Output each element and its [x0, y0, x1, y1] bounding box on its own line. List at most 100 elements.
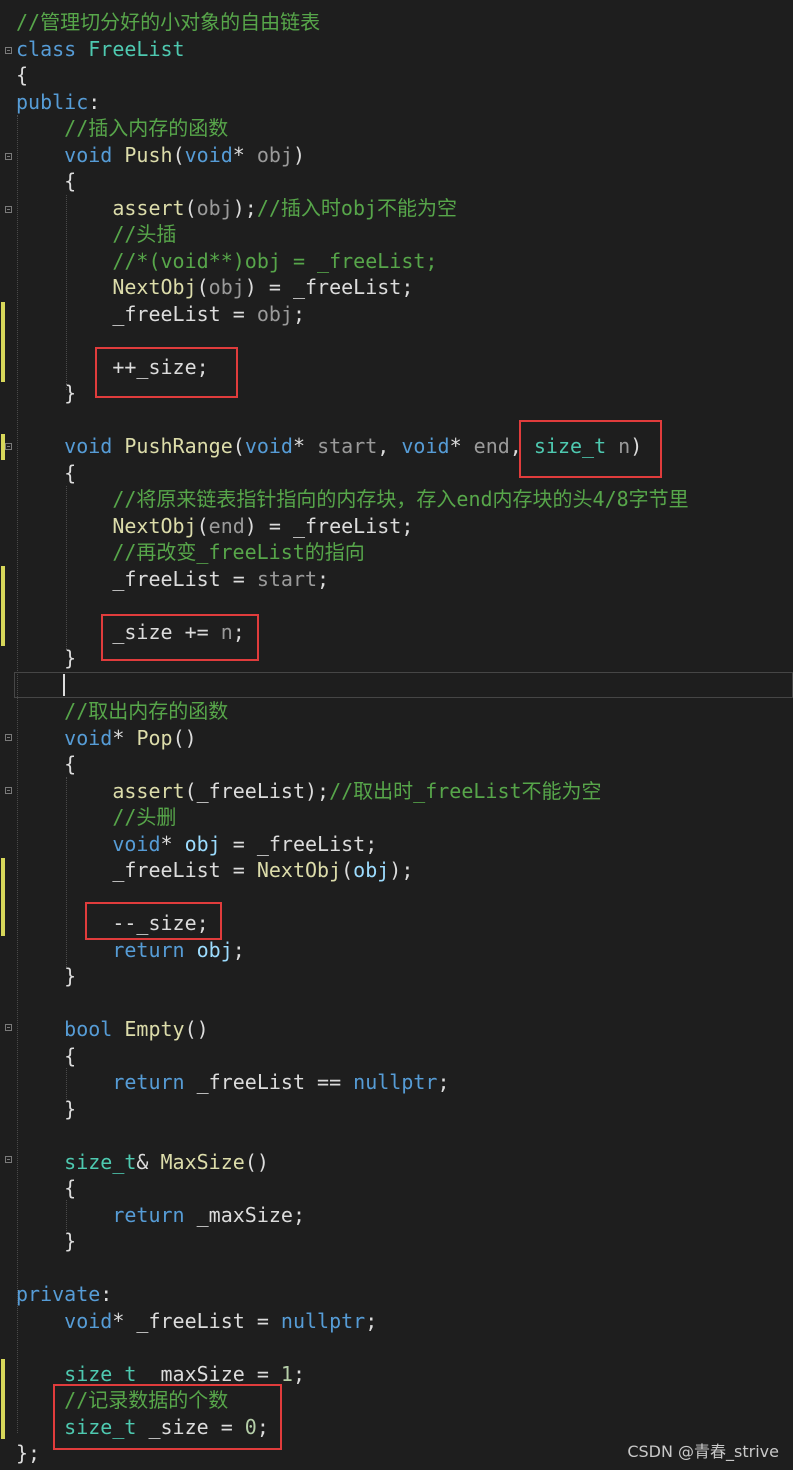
code-token: ) = _freeList;: [244, 275, 414, 299]
code-line: return obj;: [0, 937, 793, 964]
code-token: :: [100, 1282, 113, 1306]
code-token: //将原来链表指针指向的内存块，存入end内存块的头4/8字节里: [112, 487, 689, 511]
fold-toggle-icon[interactable]: [5, 1156, 12, 1163]
code-token: end: [473, 434, 510, 458]
fold-toggle-icon[interactable]: [5, 443, 12, 450]
fold-toggle-icon[interactable]: [5, 153, 12, 160]
code-token: ) = _freeList;: [244, 513, 414, 538]
code-line: //将原来链表指针指向的内存块，存入end内存块的头4/8字节里: [0, 486, 793, 513]
code-token: _freeList ==: [196, 1070, 354, 1094]
code-token: assert: [112, 778, 185, 803]
code-line: public:: [0, 89, 793, 116]
code-token: _freeList =: [16, 858, 257, 882]
code-token: obj: [353, 858, 390, 882]
code-line: //头删: [0, 804, 793, 831]
code-text: size_t& MaxSize(): [16, 1149, 269, 1176]
fold-toggle-icon[interactable]: [5, 206, 12, 213]
code-token: MaxSize: [160, 1149, 245, 1174]
code-text: //再改变_freeList的指向: [16, 539, 364, 566]
highlight-box-decrement-size: [85, 902, 222, 940]
code-token: //插入时obj不能为空: [256, 195, 458, 220]
code-token: assert: [112, 195, 185, 220]
change-marker: [1, 434, 5, 460]
code-token: (: [196, 513, 209, 538]
code-token: NextObj: [112, 275, 197, 299]
code-token: 1: [280, 1361, 293, 1386]
code-token: ;: [232, 937, 245, 962]
code-line: //*(void**)obj = _freeList;: [0, 248, 793, 275]
code-token: void: [401, 434, 450, 458]
code-line: }: [0, 1228, 793, 1255]
fold-toggle-icon[interactable]: [5, 1024, 12, 1031]
code-token: obj: [196, 195, 233, 220]
code-token: {: [16, 1043, 77, 1068]
code-line: return _freeList == nullptr;: [0, 1069, 793, 1096]
code-token: Pop: [136, 725, 173, 750]
code-text: }: [16, 1096, 76, 1123]
code-line: {: [0, 62, 793, 89]
code-text: private:: [16, 1281, 112, 1308]
code-token: :: [88, 89, 101, 114]
code-token: start: [317, 434, 378, 458]
code-line: assert(obj);//插入时obj不能为空: [0, 195, 793, 222]
code-token: _maxSize;: [196, 1202, 305, 1227]
fold-toggle-icon[interactable]: [5, 47, 12, 54]
code-token: &: [136, 1149, 161, 1174]
code-token: (: [172, 142, 185, 167]
code-token: * _freeList =: [112, 1308, 281, 1333]
code-token: ,: [377, 434, 402, 458]
code-token: _freeList =: [16, 301, 257, 326]
code-text: //头删: [16, 804, 176, 831]
code-token: //取出时_freeList不能为空: [329, 778, 602, 803]
code-token: //插入内存的函数: [64, 116, 229, 140]
code-line: bool Empty(): [0, 1016, 793, 1043]
code-text: }: [16, 1228, 76, 1255]
change-marker: [1, 302, 5, 382]
code-text: return obj;: [16, 937, 245, 964]
code-token: (: [232, 434, 245, 458]
code-line: {: [0, 751, 793, 778]
code-editor[interactable]: //管理切分好的小对象的自由链表 class FreeList{public: /…: [0, 0, 793, 1470]
code-line: {: [0, 460, 793, 487]
code-text: //管理切分好的小对象的自由链表: [16, 9, 320, 36]
code-text: void* _freeList = nullptr;: [16, 1308, 377, 1335]
code-text: public:: [16, 89, 100, 116]
fold-toggle-icon[interactable]: [5, 734, 12, 741]
code-token: };: [16, 1441, 41, 1465]
code-text: {: [16, 168, 76, 195]
code-token: }: [16, 964, 77, 988]
code-line: private:: [0, 1281, 793, 1308]
code-token: nullptr: [280, 1308, 366, 1333]
code-line: //取出内存的函数: [0, 698, 793, 725]
code-text: assert(obj);//插入时obj不能为空: [16, 195, 457, 222]
code-token: *: [112, 725, 137, 750]
fold-toggle-icon[interactable]: [5, 787, 12, 794]
code-token: public: [16, 89, 89, 114]
code-token: bool: [64, 1017, 125, 1041]
code-token: = _freeList;: [220, 831, 378, 856]
code-text: NextObj(end) = _freeList;: [16, 513, 413, 540]
code-text: //将原来链表指针指向的内存块，存入end内存块的头4/8字节里: [16, 486, 689, 513]
code-line: void Push(void* obj): [0, 142, 793, 169]
code-token: void: [184, 142, 233, 167]
code-token: ;: [292, 301, 305, 326]
highlight-box-increment-size: [95, 347, 238, 398]
code-text: //头插: [16, 221, 176, 248]
code-text: NextObj(obj) = _freeList;: [16, 274, 413, 301]
code-token: *: [449, 434, 474, 458]
code-token: );: [389, 858, 414, 882]
indent-guide: [17, 115, 18, 1433]
code-text: {: [16, 62, 28, 89]
code-text: {: [16, 1175, 76, 1202]
